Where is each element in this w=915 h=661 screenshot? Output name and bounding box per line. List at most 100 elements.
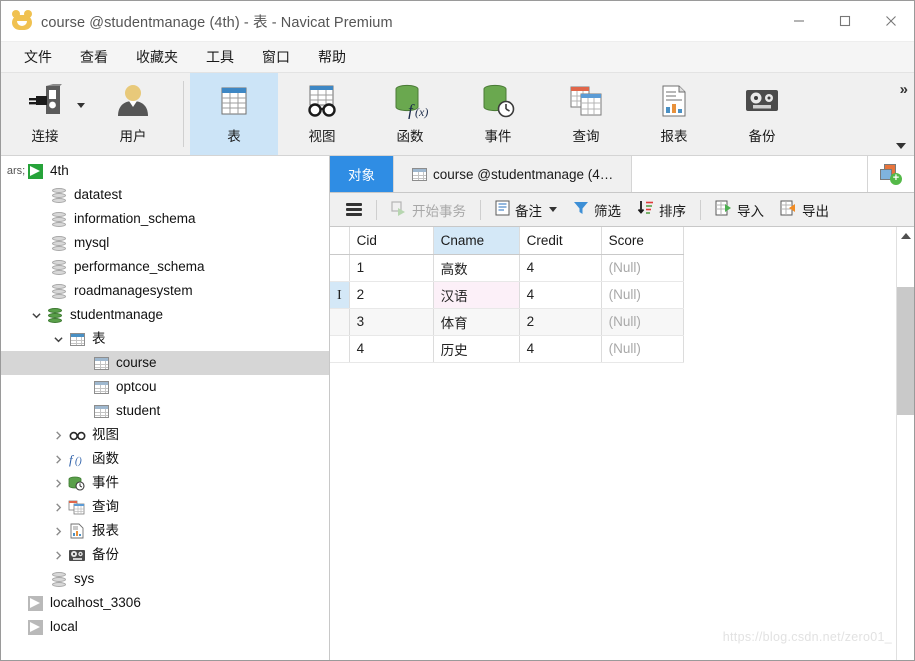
filter-button[interactable]: 筛选 — [565, 196, 629, 224]
tree-item-sys[interactable]: sys — [1, 567, 329, 591]
column-header-cid[interactable]: Cid — [349, 227, 434, 255]
table-row[interactable]: 3 体育 2 (Null) — [330, 308, 684, 336]
cell-cid[interactable]: 3 — [349, 308, 434, 336]
tree-item-datatest[interactable]: datatest — [1, 183, 329, 207]
chevron-right-icon[interactable] — [49, 526, 67, 536]
maximize-button[interactable] — [822, 1, 868, 41]
tree-item-performance-schema[interactable]: performance_schema — [1, 255, 329, 279]
cell-credit[interactable]: 4 — [519, 254, 602, 282]
minimize-button[interactable] — [776, 1, 822, 41]
tree-item-local[interactable]: local — [1, 615, 329, 639]
tree-item-reports[interactable]: 报表 — [1, 519, 329, 543]
tree-item-student[interactable]: student — [1, 399, 329, 423]
close-button[interactable] — [868, 1, 914, 41]
tree-item-tables-folder[interactable]: 表 — [1, 327, 329, 351]
note-button[interactable]: 备注 — [487, 196, 565, 224]
chevron-down-icon[interactable] — [549, 207, 557, 212]
toolbar-function[interactable]: f (x) 函数 — [366, 73, 454, 155]
toolbar-user[interactable]: 用户 — [89, 73, 177, 155]
tree-item-queries[interactable]: 查询 — [1, 495, 329, 519]
cell-credit[interactable]: 2 — [519, 308, 602, 336]
toolbar-overflow-icon[interactable]: » — [900, 81, 908, 98]
menu-tools[interactable]: 工具 — [193, 43, 247, 71]
table-row[interactable]: 4 历史 4 (Null) — [330, 335, 684, 363]
tree-item-roadmanagesystem[interactable]: roadmanagesystem — [1, 279, 329, 303]
cell-cname[interactable]: 高数 — [433, 254, 520, 282]
toolbar-expand-chevron-icon[interactable] — [896, 143, 906, 149]
tree-item-localhost-3306[interactable]: localhost_3306 — [1, 591, 329, 615]
cell-score[interactable]: (Null) — [601, 281, 684, 309]
chevron-right-icon[interactable] — [49, 550, 67, 560]
cell-score[interactable]: (Null) — [601, 308, 684, 336]
tree-item-backups[interactable]: 备份 — [1, 543, 329, 567]
vertical-scrollbar[interactable] — [896, 227, 914, 660]
chevron-right-icon[interactable] — [49, 502, 67, 512]
tab-course-table[interactable]: course @studentmanage (4… — [394, 156, 633, 192]
toolbar-query[interactable]: 查询 — [542, 73, 630, 155]
tree-item-label: mysql — [74, 235, 110, 251]
tree-item-events[interactable]: 事件 — [1, 471, 329, 495]
table-row[interactable]: 1 高数 4 (Null) — [330, 254, 684, 282]
menu-view[interactable]: 查看 — [67, 43, 121, 71]
chevron-down-icon[interactable] — [77, 103, 85, 108]
chevron-down-icon[interactable] — [27, 311, 45, 320]
sort-button[interactable]: 排序 — [629, 196, 694, 224]
chevron-right-icon[interactable] — [49, 478, 67, 488]
tree-item-information-schema[interactable]: information_schema — [1, 207, 329, 231]
import-button[interactable]: 导入 — [707, 196, 772, 224]
tree-item-optcou[interactable]: optcou — [1, 375, 329, 399]
grid-menu-button[interactable] — [338, 199, 370, 220]
row-gutter[interactable] — [330, 308, 350, 336]
menu-favorites[interactable]: 收藏夹 — [123, 43, 191, 71]
toolbar-table[interactable]: 表 — [190, 73, 278, 155]
report-icon — [656, 81, 692, 121]
toolbar-report[interactable]: 报表 — [630, 73, 718, 155]
table-row[interactable]: I 2 汉语 4 (Null) — [330, 281, 684, 309]
tree-item-label: 视图 — [92, 427, 119, 443]
tree-item-mysql[interactable]: mysql — [1, 231, 329, 255]
chevron-down-icon[interactable] — [49, 335, 67, 344]
cell-cname[interactable]: 体育 — [433, 308, 520, 336]
tab-objects[interactable]: 对象 — [330, 156, 394, 192]
row-gutter[interactable] — [330, 254, 350, 282]
tree-item-studentmanage[interactable]: studentmanage — [1, 303, 329, 327]
cell-score[interactable]: (Null) — [601, 335, 684, 363]
column-header-credit[interactable]: Credit — [519, 227, 602, 255]
cell-credit[interactable]: 4 — [519, 281, 602, 309]
tree-item-label: 查询 — [92, 499, 119, 515]
new-object-button[interactable]: + — [868, 156, 914, 192]
toolbar-event[interactable]: 事件 — [454, 73, 542, 155]
data-grid[interactable]: Cid Cname Credit Score 1 高数 4 (Null) I 2… — [330, 227, 896, 660]
column-header-cname[interactable]: Cname — [433, 227, 520, 255]
chevron-down-icon[interactable]: ars; — [7, 165, 25, 177]
row-gutter-selected[interactable]: I — [330, 281, 350, 309]
begin-transaction-button[interactable]: 开始事务 — [383, 196, 474, 224]
chevron-right-icon[interactable] — [49, 430, 67, 440]
row-gutter[interactable] — [330, 335, 350, 363]
scroll-up-button[interactable] — [897, 227, 914, 245]
toolbar-backup[interactable]: 备份 — [718, 73, 806, 155]
tree-item-functions[interactable]: f() 函数 — [1, 447, 329, 471]
tab-bar-empty-space — [632, 156, 868, 192]
cell-credit[interactable]: 4 — [519, 335, 602, 363]
cell-score[interactable]: (Null) — [601, 254, 684, 282]
cell-cname[interactable]: 历史 — [433, 335, 520, 363]
menu-help[interactable]: 帮助 — [305, 43, 359, 71]
cell-cid[interactable]: 1 — [349, 254, 434, 282]
cell-cid[interactable]: 2 — [349, 281, 434, 309]
column-header-score[interactable]: Score — [601, 227, 684, 255]
tree-item-course[interactable]: course — [1, 351, 329, 375]
menu-window[interactable]: 窗口 — [249, 43, 303, 71]
export-button[interactable]: 导出 — [772, 196, 837, 224]
scrollbar-thumb[interactable] — [897, 287, 914, 415]
tree-item-views[interactable]: 视图 — [1, 423, 329, 447]
cell-cname-selected[interactable]: 汉语 — [433, 281, 520, 309]
cell-cid[interactable]: 4 — [349, 335, 434, 363]
menu-file[interactable]: 文件 — [11, 43, 65, 71]
database-closed-icon — [49, 187, 69, 203]
tree-item-4th[interactable]: ars; 4th — [1, 159, 329, 183]
chevron-right-icon[interactable] — [49, 454, 67, 464]
toolbar-view[interactable]: 视图 — [278, 73, 366, 155]
scrollbar-track[interactable] — [897, 245, 914, 660]
toolbar-connection[interactable]: 连接 — [1, 73, 89, 155]
